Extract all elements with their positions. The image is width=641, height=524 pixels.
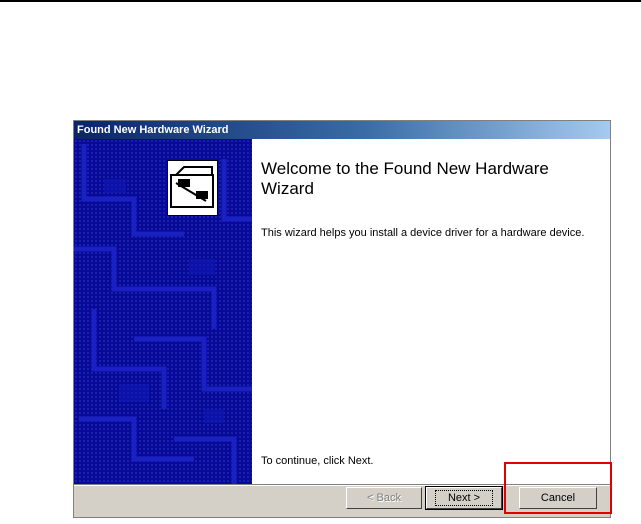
- wizard-window: Found New Hardware Wizard Welcome to the…: [73, 120, 611, 518]
- side-banner-graphic: [74, 144, 252, 484]
- back-button[interactable]: < Back: [346, 487, 422, 509]
- continue-hint: To continue, click Next.: [261, 455, 374, 467]
- hardware-device-icon: [167, 160, 218, 216]
- window-title: Found New Hardware Wizard: [74, 121, 610, 139]
- wizard-heading: Welcome to the Found New Hardware Wizard: [261, 159, 549, 198]
- next-button[interactable]: Next >: [425, 486, 503, 510]
- wizard-content: Welcome to the Found New Hardware Wizard…: [74, 139, 610, 484]
- top-rule: [0, 0, 641, 2]
- wizard-side-banner: [74, 139, 252, 484]
- wizard-description: This wizard helps you install a device d…: [261, 227, 585, 239]
- next-button-label: Next >: [434, 490, 494, 506]
- cancel-highlight-box: [504, 462, 612, 514]
